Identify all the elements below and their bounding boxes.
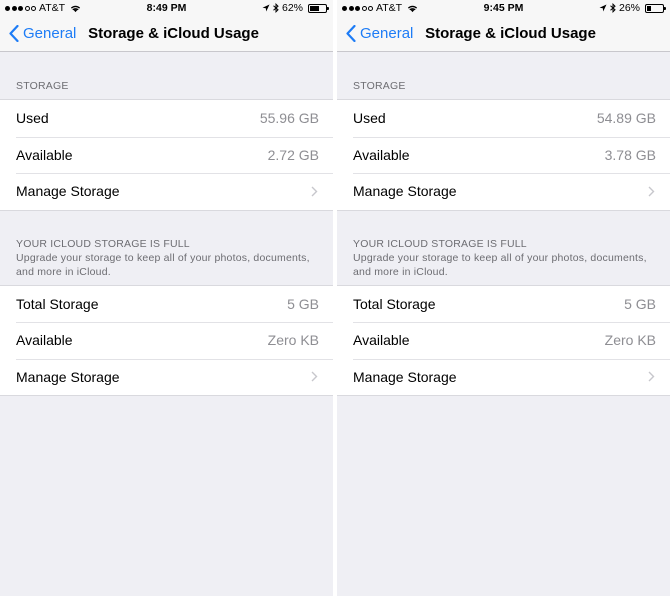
row-label: Available xyxy=(353,146,410,163)
storage-section-header: STORAGE xyxy=(16,80,69,92)
icloud-full-subtitle: Upgrade your storage to keep all of your… xyxy=(16,251,310,279)
used-row: Used 55.96 GB xyxy=(0,100,333,137)
battery-percent: 26% xyxy=(618,2,640,14)
row-label: Manage Storage xyxy=(16,183,120,200)
row-value: 54.89 GB xyxy=(596,110,656,127)
icloud-manage-storage-row[interactable]: Manage Storage xyxy=(337,358,670,396)
battery-percent: 62% xyxy=(281,2,303,14)
bluetooth-icon xyxy=(273,3,279,13)
phone-screen-left: AT&T 8:49 PM 62% General Storage & iClou… xyxy=(0,0,333,596)
row-value: 5 GB xyxy=(624,295,656,312)
battery-fill xyxy=(647,5,651,11)
total-storage-row: Total Storage 5 GB xyxy=(0,286,333,323)
location-arrow-icon xyxy=(262,4,270,11)
row-value: 55.96 GB xyxy=(259,110,319,127)
screens: AT&T 8:49 PM 62% General Storage & iClou… xyxy=(0,0,670,596)
storage-group: Used 54.89 GB Available 3.78 GB Manage S… xyxy=(337,99,670,211)
chevron-right-icon xyxy=(648,186,655,197)
used-row: Used 54.89 GB xyxy=(337,100,670,137)
nav-bar: General Storage & iCloud Usage xyxy=(337,16,670,52)
row-label: Available xyxy=(353,332,410,349)
chevron-right-icon xyxy=(648,371,655,382)
battery-icon xyxy=(308,3,329,13)
row-value: 5 GB xyxy=(287,295,319,312)
bluetooth-icon xyxy=(610,3,616,13)
row-value: Zero KB xyxy=(604,332,656,349)
row-label: Manage Storage xyxy=(16,368,120,385)
status-bar: AT&T 9:45 PM 26% xyxy=(337,0,670,16)
row-value: 2.72 GB xyxy=(267,146,319,163)
icloud-section-header: YOUR ICLOUD STORAGE IS FULL Upgrade your… xyxy=(337,211,670,285)
status-bar: AT&T 8:49 PM 62% xyxy=(0,0,333,16)
manage-storage-row[interactable]: Manage Storage xyxy=(337,173,670,210)
phone-screen-right: AT&T 9:45 PM 26% General Storage & iClou… xyxy=(337,0,670,596)
icloud-full-title: YOUR ICLOUD STORAGE IS FULL xyxy=(353,237,527,250)
row-label: Available xyxy=(16,332,73,349)
location-arrow-icon xyxy=(599,4,607,11)
icloud-section-header: YOUR ICLOUD STORAGE IS FULL Upgrade your… xyxy=(0,211,333,285)
nav-bar: General Storage & iCloud Usage xyxy=(0,16,333,52)
icloud-full-subtitle: Upgrade your storage to keep all of your… xyxy=(353,251,647,279)
page-title: Storage & iCloud Usage xyxy=(88,25,259,42)
icloud-group: Total Storage 5 GB Available Zero KB Man… xyxy=(0,284,333,396)
battery-fill xyxy=(310,5,320,11)
available-row: Available 2.72 GB xyxy=(0,136,333,174)
row-label: Used xyxy=(16,110,49,127)
icloud-available-row: Available Zero KB xyxy=(337,322,670,359)
row-label: Manage Storage xyxy=(353,183,457,200)
page-title: Storage & iCloud Usage xyxy=(425,25,596,42)
row-label: Available xyxy=(16,146,73,163)
icloud-group: Total Storage 5 GB Available Zero KB Man… xyxy=(337,284,670,396)
row-value: 3.78 GB xyxy=(604,146,656,163)
icloud-full-title: YOUR ICLOUD STORAGE IS FULL xyxy=(16,237,190,250)
status-right: 26% xyxy=(599,2,666,14)
storage-section-header: STORAGE xyxy=(353,80,406,92)
chevron-right-icon xyxy=(311,186,318,197)
chevron-right-icon xyxy=(311,371,318,382)
icloud-available-row: Available Zero KB xyxy=(0,322,333,359)
icloud-manage-storage-row[interactable]: Manage Storage xyxy=(0,358,333,396)
status-right: 62% xyxy=(262,2,329,14)
row-label: Total Storage xyxy=(353,295,436,312)
row-label: Total Storage xyxy=(16,295,99,312)
total-storage-row: Total Storage 5 GB xyxy=(337,286,670,323)
available-row: Available 3.78 GB xyxy=(337,136,670,174)
row-label: Manage Storage xyxy=(353,368,457,385)
manage-storage-row[interactable]: Manage Storage xyxy=(0,173,333,210)
storage-group: Used 55.96 GB Available 2.72 GB Manage S… xyxy=(0,99,333,211)
row-label: Used xyxy=(353,110,386,127)
battery-icon xyxy=(645,3,666,13)
row-value: Zero KB xyxy=(267,332,319,349)
